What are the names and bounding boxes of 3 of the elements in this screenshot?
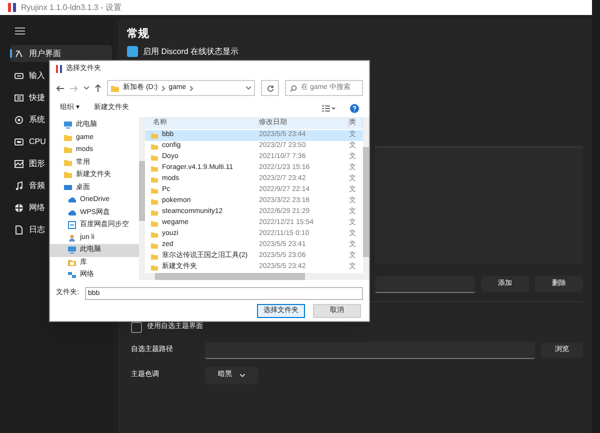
section-heading: 常规 — [127, 26, 150, 42]
checkbox-label: 启用 Discord 在线状态显示 — [143, 46, 239, 58]
window-title: Ryujinx 1.1.0-ldn3.1.3 - 设置 — [21, 2, 122, 14]
